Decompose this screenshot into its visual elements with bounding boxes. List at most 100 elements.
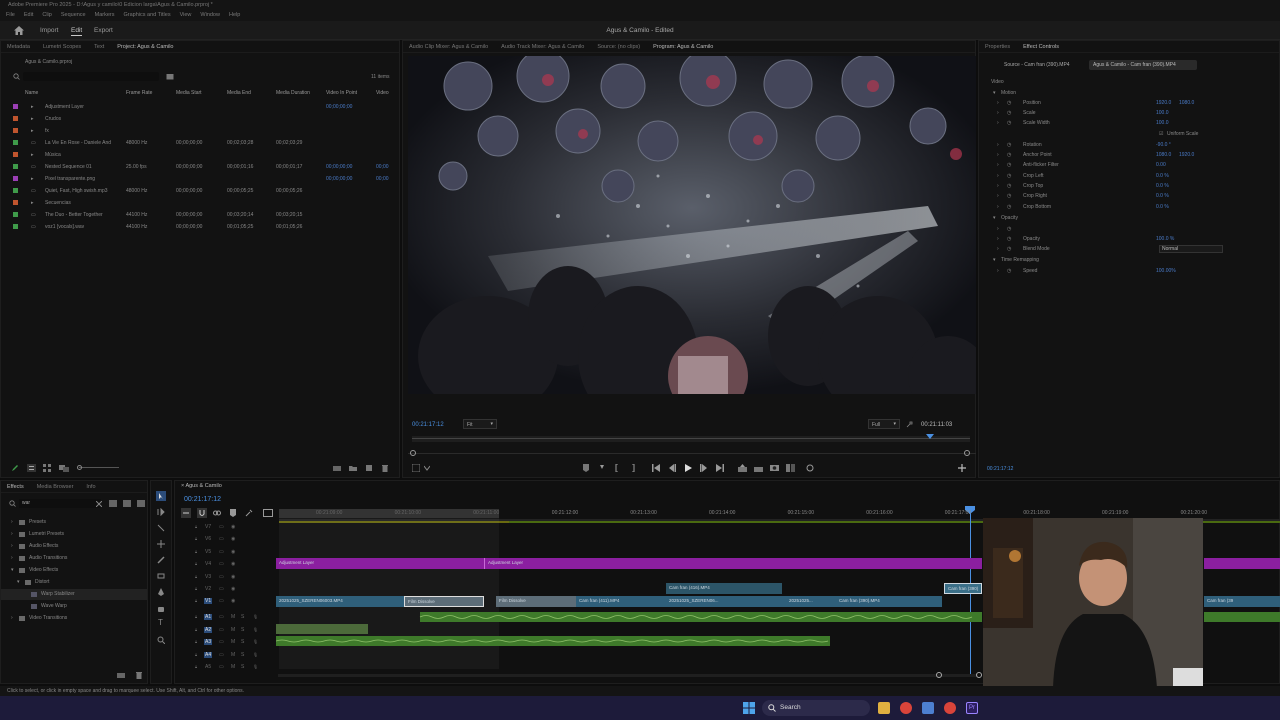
project-search-input[interactable] [23,72,159,81]
chevron-right-icon[interactable]: › [997,268,999,274]
step-forward-icon[interactable] [700,464,708,472]
eye-icon[interactable]: ◉ [231,561,235,567]
effect-property-row[interactable]: Crop Right › ◷ 0.0 % [979,192,1259,202]
lock-icon[interactable]: 🔒︎ [195,639,197,644]
tab-audio-track-mixer[interactable]: Audio Track Mixer: Agus & Camilo [501,44,584,50]
ripple-edit-tool-icon[interactable] [157,524,165,532]
track-label[interactable]: V7 [204,524,212,530]
add-button-icon[interactable] [958,464,966,472]
menu-view[interactable]: View [180,12,192,19]
property-value[interactable]: 0.0 % [1156,193,1169,199]
project-list-item[interactable]: ▸ Pixel transparente.png 00;00;00;00 00;00 [1,173,399,185]
chrome-profile-icon[interactable] [944,702,956,714]
tab-info[interactable]: Info [86,484,95,490]
audio-clip-a1-tail[interactable] [1204,612,1280,622]
chevron-icon[interactable]: › [11,615,13,621]
chevron-down-icon[interactable]: ▾ [993,257,996,263]
col-media-end[interactable]: Media End [227,90,251,96]
stopwatch-icon[interactable]: ◷ [1007,100,1011,106]
property-value[interactable]: 100.00% [1156,268,1176,274]
program-timecode[interactable]: 00:21:17:12 [412,422,444,428]
solo-button[interactable]: S [241,652,244,658]
eye-icon[interactable]: ◉ [231,524,235,530]
premiere-pro-icon[interactable]: Pr [966,702,978,714]
effect-property-row[interactable]: Scale › ◷ 100.0 [979,109,1259,119]
lock-icon[interactable]: 🔒︎ [195,598,197,603]
comparison-view-icon[interactable] [786,464,795,472]
v1-clip-szeren-3[interactable]: 20251025... [786,596,836,607]
video-track-header[interactable]: 🔒︎ V5 ▭ ◉ [195,547,275,559]
menu-sequence[interactable]: Sequence [61,12,86,19]
list-view-icon[interactable] [27,464,36,472]
label-color-swatch[interactable] [13,140,18,145]
sync-lock-icon[interactable]: ▭ [219,574,224,580]
lock-icon[interactable]: 🔒︎ [195,574,197,579]
uniform-scale-checkbox[interactable]: ☑ [1159,131,1163,137]
v1-clip-szeren-2[interactable]: 20251025_SZEREN06... [666,596,786,607]
v2-clip-390[interactable]: Cam fran (390) [944,583,982,594]
audio-track-header[interactable]: 🔒︎ A3 ▭ M S 🎙︎ [195,637,275,649]
property-value[interactable]: 1080.0 [1156,152,1171,158]
stopwatch-icon[interactable]: ◷ [1007,236,1011,242]
adjustment-layer-clip-3[interactable] [1204,558,1280,569]
chevron-right-icon[interactable]: › [997,162,999,168]
lock-icon[interactable]: 🔒︎ [195,614,197,619]
effect-property-row[interactable]: Blend Mode › ◷ Normal [979,245,1259,255]
track-select-tool-icon[interactable] [157,508,165,516]
col-frame-rate[interactable]: Frame Rate [126,90,152,96]
razor-tool-icon[interactable] [157,556,165,564]
effects-tree-item[interactable]: Wave Warp [1,601,147,612]
blend-mode-select[interactable]: Normal [1159,245,1223,253]
track-label[interactable]: V2 [204,586,212,592]
sync-lock-icon[interactable]: ▭ [219,598,224,604]
tab-source[interactable]: Source: (no clips) [597,44,640,50]
hand-tool-icon[interactable] [157,604,165,612]
tab-audio-clip-mixer[interactable]: Audio Clip Mixer: Agus & Camilo [409,44,488,50]
play-icon[interactable] [684,464,692,472]
sync-lock-icon[interactable]: ▭ [219,549,224,555]
label-color-swatch[interactable] [13,224,18,229]
track-label[interactable]: V6 [204,536,212,542]
label-color-swatch[interactable] [13,152,18,157]
microphone-icon[interactable]: 🎙︎ [253,652,258,657]
label-color-swatch[interactable] [13,128,18,133]
chevron-icon[interactable]: › [11,543,13,549]
chevron-right-icon[interactable]: › [997,173,999,179]
property-value[interactable]: 100.0 [1156,110,1169,116]
property-value[interactable]: -90.0 ° [1156,142,1171,148]
chevron-down-icon[interactable]: ▾ [993,90,996,96]
menu-help[interactable]: Help [229,12,240,19]
effects-tree-item[interactable]: › Presets [1,517,147,528]
chevron-right-icon[interactable]: › [997,142,999,148]
sync-lock-icon[interactable]: ▭ [219,639,224,645]
label-color-swatch[interactable] [13,104,18,109]
chevron-icon[interactable]: › [11,531,13,537]
track-label[interactable]: A5 [204,664,212,670]
video-track-header[interactable]: 🔒︎ V6 ▭ ◉ [195,534,275,546]
sync-lock-icon[interactable]: ▭ [219,614,224,620]
add-marker-icon[interactable] [582,464,590,472]
zoom-slider[interactable] [79,467,119,468]
chevron-down-icon[interactable] [424,465,430,471]
mute-button[interactable]: M [231,639,235,645]
effects-tree-item[interactable]: ▾ Video Effects [1,565,147,576]
menu-clip[interactable]: Clip [42,12,51,19]
stopwatch-icon[interactable]: ◷ [1007,193,1011,199]
add-marker-icon[interactable] [229,509,237,517]
chevron-icon[interactable]: ▾ [17,579,20,585]
sync-lock-icon[interactable]: ▭ [219,561,224,567]
track-label[interactable]: V3 [204,574,212,580]
effect-property-row[interactable]: Video [979,78,1259,88]
tab-program[interactable]: Program: Agus & Camilo [653,44,713,50]
trash-icon[interactable] [135,671,143,679]
menu-window[interactable]: Window [200,12,220,19]
track-label[interactable]: V1 [204,598,213,605]
audio-track-header[interactable]: 🔒︎ A4 ▭ M S 🎙︎ [195,650,275,662]
menu-graphics[interactable]: Graphics and Titles [124,12,171,19]
snap-icon[interactable] [197,508,207,518]
effect-property-row[interactable]: Crop Left › ◷ 0.0 % [979,172,1259,182]
chevron-right-icon[interactable]: › [997,110,999,116]
zoom-slider-handle[interactable] [77,465,82,470]
tab-media-browser[interactable]: Media Browser [37,484,74,490]
chevron-right-icon[interactable]: › [997,120,999,126]
